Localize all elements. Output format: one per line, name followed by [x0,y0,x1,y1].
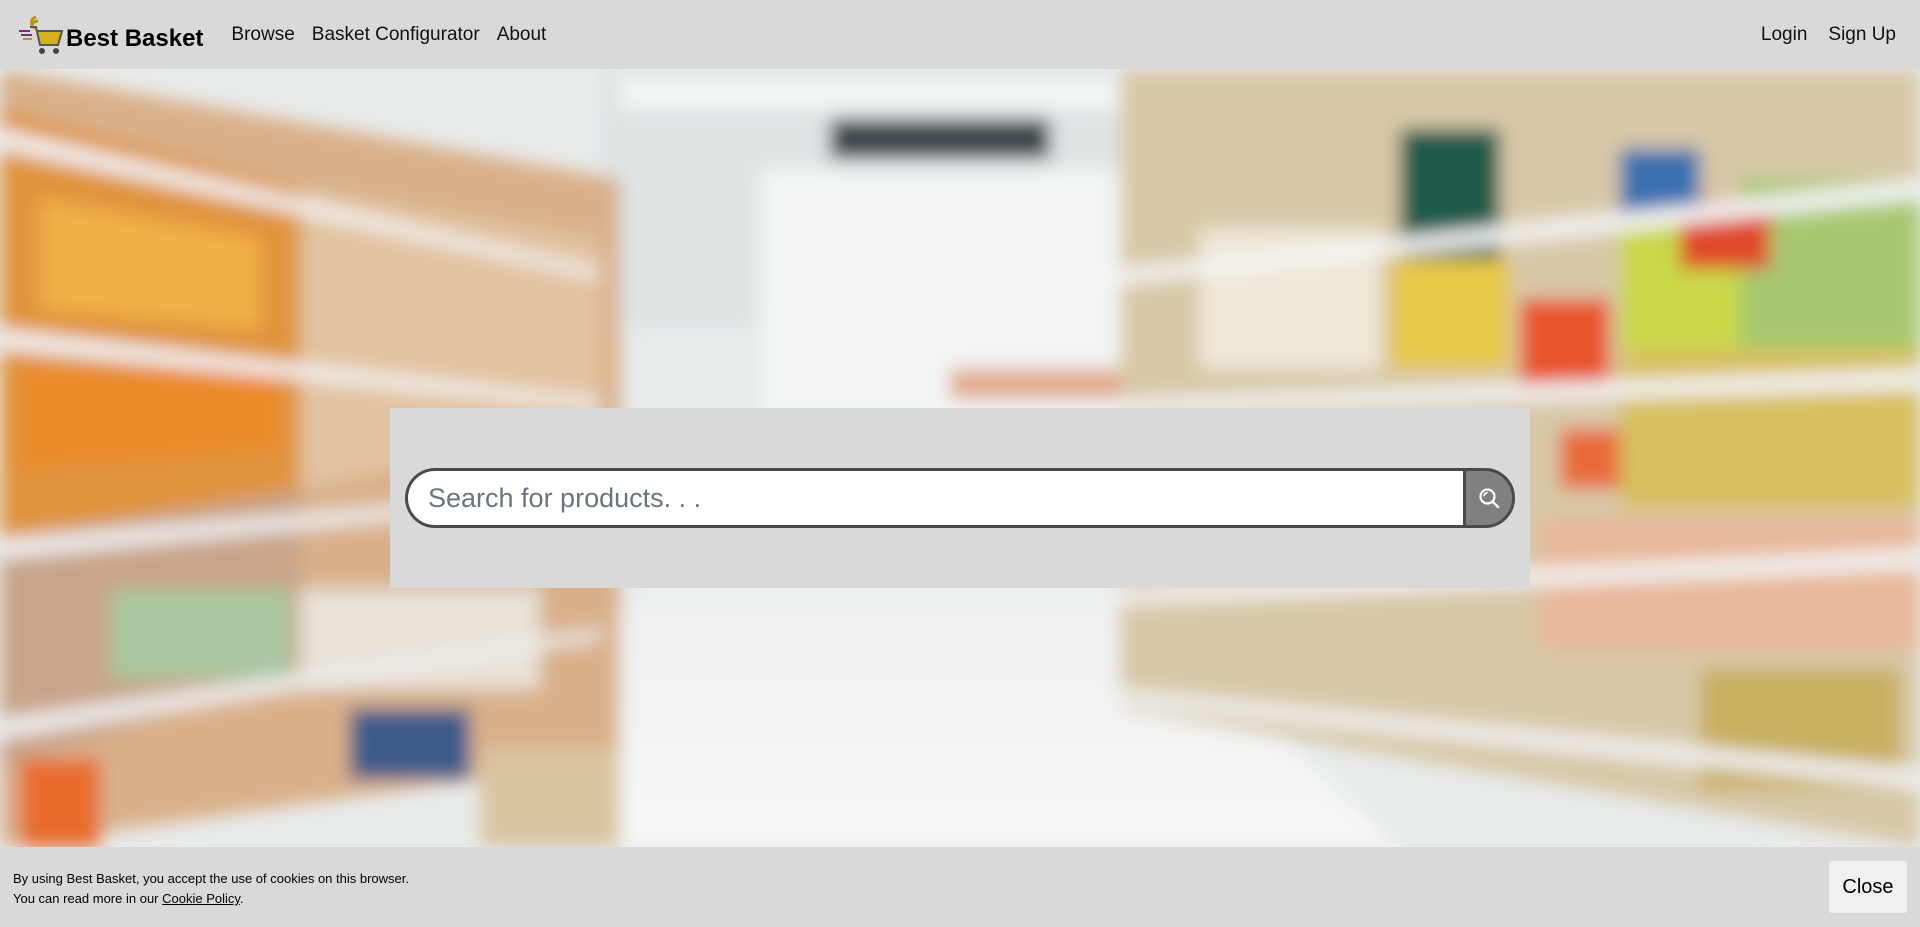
cookie-message-prefix: You can read more in our [13,891,163,906]
search-button[interactable] [1463,468,1515,528]
cookie-close-button[interactable]: Close [1829,861,1907,913]
top-navbar: Best Basket Browse Basket Configurator A… [0,0,1920,69]
cookie-message-line2: You can read more in our Cookie Policy. [13,889,1920,909]
login-link[interactable]: Login [1761,24,1808,46]
shopping-cart-logo-icon [19,15,64,54]
cookie-message-line1: By using Best Basket, you accept the use… [13,871,409,886]
cookie-message-suffix: . [239,891,244,906]
nav-about[interactable]: About [497,24,547,46]
search-input[interactable] [405,468,1463,528]
search-bar [405,468,1515,528]
search-panel [390,408,1530,588]
brand-link[interactable]: Best Basket [18,13,203,57]
cookie-banner: By using Best Basket, you accept the use… [0,847,1920,927]
signup-link[interactable]: Sign Up [1828,24,1896,46]
nav-browse[interactable]: Browse [231,24,294,46]
brand-name: Best Basket [66,24,204,52]
main-nav: Browse Basket Configurator About [231,24,563,46]
cookie-policy-link[interactable]: Cookie Policy [162,891,240,906]
auth-nav: Login Sign Up [1740,24,1896,46]
search-icon [1479,488,1500,509]
nav-basket-configurator[interactable]: Basket Configurator [312,24,480,46]
